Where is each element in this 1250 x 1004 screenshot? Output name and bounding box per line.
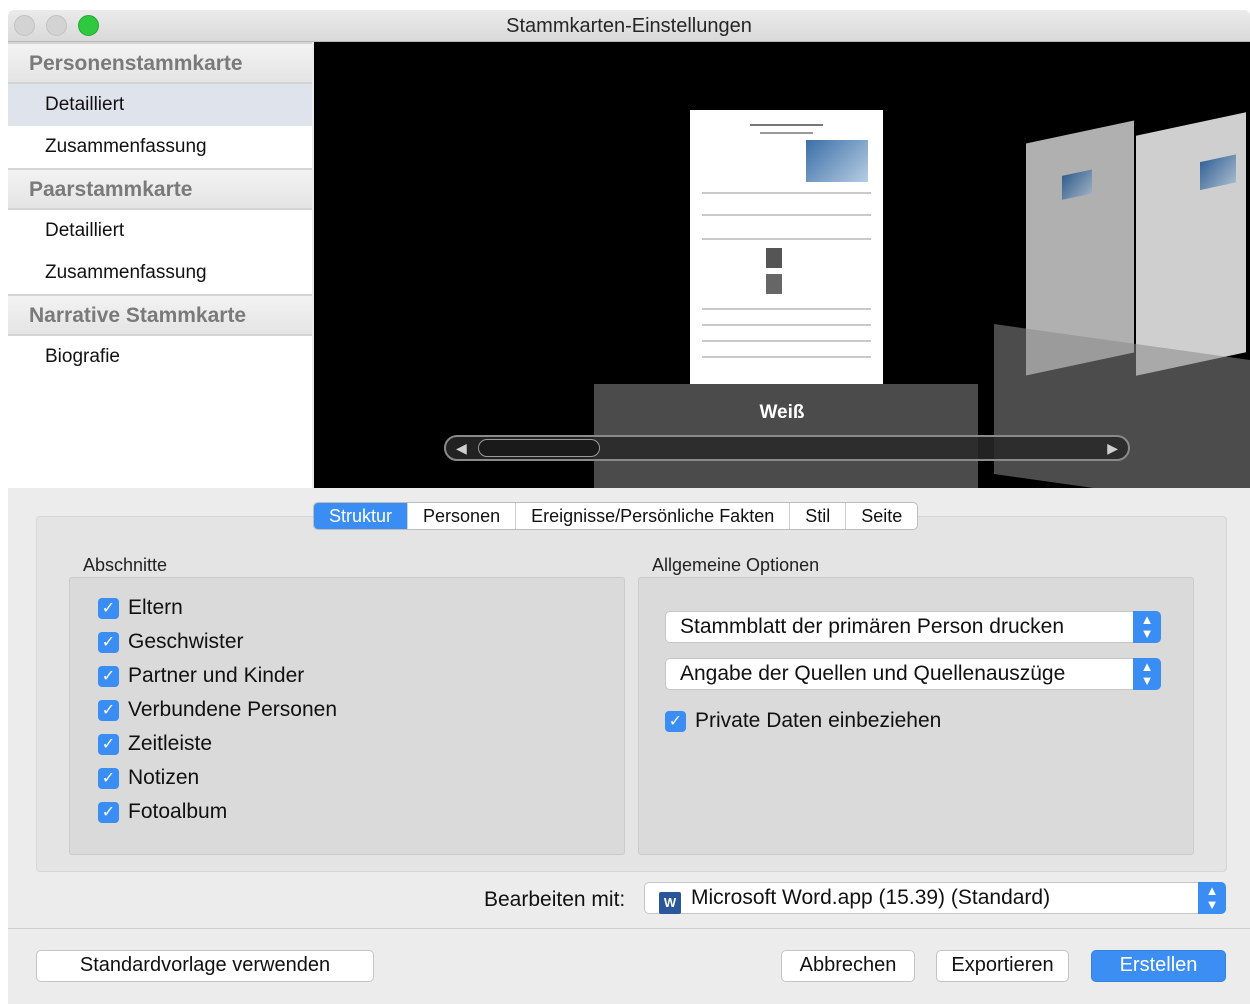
general-options-title: Allgemeine Optionen — [652, 555, 820, 575]
doc-line — [702, 238, 871, 240]
photo-thumbnail — [1200, 154, 1236, 191]
person-photo — [806, 140, 868, 182]
checkbox-private-daten[interactable]: ✓ Private Daten einbeziehen — [665, 709, 941, 733]
tab-stil[interactable]: Stil — [790, 503, 847, 529]
checkbox-partner-und-kinder[interactable]: ✓ Partner und Kinder — [98, 664, 304, 688]
popup-stepper-icon: ▲ ▼ — [1133, 611, 1161, 643]
tab-struktur[interactable]: Struktur — [314, 503, 409, 529]
template-thumbnail-selected[interactable] — [690, 110, 883, 384]
carousel-scroll-thumb[interactable] — [478, 439, 600, 457]
checkbox-notizen[interactable]: ✓ Notizen — [98, 766, 199, 790]
sidebar-item-person-zusammenfassung[interactable]: Zusammenfassung — [8, 126, 312, 168]
sidebar-item-person-detailliert[interactable]: Detailliert — [8, 84, 312, 126]
editor-app-popup[interactable]: W Microsoft Word.app (15.39) (Standard) ▲… — [644, 882, 1226, 914]
sidebar-item-paar-zusammenfassung[interactable]: Zusammenfassung — [8, 252, 312, 294]
checkmark-icon: ✓ — [98, 733, 119, 755]
checkbox-label: Private Daten einbeziehen — [695, 709, 942, 732]
checkmark-icon: ✓ — [98, 699, 119, 721]
doc-title-line — [750, 124, 823, 126]
child-photo — [766, 248, 782, 268]
popup-value: Microsoft Word.app (15.39) (Standard) — [691, 886, 1051, 909]
options-panel: Abschnitte ✓ Eltern ✓ Geschwister ✓ Partner… — [36, 516, 1227, 872]
checkbox-label: Zeitleiste — [128, 732, 213, 755]
tab-seite[interactable]: Seite — [846, 503, 917, 529]
template-preview-carousel[interactable]: Weiß ◀ ▶ — [314, 42, 1250, 488]
create-button[interactable]: Erstellen — [1091, 950, 1226, 982]
doc-line — [702, 192, 871, 194]
sidebar-item-biografie[interactable]: Biografie — [8, 336, 312, 378]
checkmark-icon: ✓ — [98, 801, 119, 823]
template-name-label: Weiß — [759, 402, 805, 423]
word-icon: W — [659, 892, 681, 914]
scroll-right-icon[interactable]: ▶ — [1107, 440, 1118, 457]
checkbox-zeitleiste[interactable]: ✓ Zeitleiste — [98, 732, 212, 756]
photo-thumbnail — [1062, 169, 1092, 200]
carousel-scrollbar[interactable]: ◀ ▶ — [444, 435, 1130, 461]
checkbox-label: Eltern — [128, 596, 183, 619]
edit-with-label: Bearbeiten mit: — [484, 888, 626, 911]
sidebar-group-personenstammkarte: Personenstammkarte — [8, 42, 312, 84]
doc-subtitle-line — [760, 132, 813, 134]
window-title: Stammkarten-Einstellungen — [506, 15, 752, 37]
title-bar: Stammkarten-Einstellungen — [8, 10, 1250, 42]
doc-line — [702, 214, 871, 216]
cancel-button[interactable]: Abbrechen — [781, 950, 915, 982]
settings-window: Stammkarten-Einstellungen Personenstammk… — [8, 10, 1250, 1004]
sections-title: Abschnitte — [83, 555, 168, 575]
checkbox-label: Notizen — [128, 766, 200, 789]
print-mode-popup[interactable]: Stammblatt der primären Person drucken ▲… — [665, 611, 1161, 643]
child-photo — [766, 274, 782, 294]
checkbox-geschwister[interactable]: ✓ Geschwister — [98, 630, 244, 654]
doc-line — [702, 356, 871, 358]
report-type-sidebar: Personenstammkarte Detailliert Zusammenf… — [8, 42, 312, 488]
checkmark-icon: ✓ — [98, 665, 119, 687]
tab-personen[interactable]: Personen — [408, 503, 517, 529]
checkmark-icon: ✓ — [98, 767, 119, 789]
checkbox-label: Fotoalbum — [128, 800, 228, 823]
checkbox-fotoalbum[interactable]: ✓ Fotoalbum — [98, 800, 227, 824]
use-default-template-button[interactable]: Standardvorlage verwenden — [36, 950, 374, 982]
tab-ereignisse[interactable]: Ereignisse/Persönliche Fakten — [516, 503, 791, 529]
popup-value: Stammblatt der primären Person drucken — [680, 615, 1064, 638]
checkmark-icon: ✓ — [98, 597, 119, 619]
scroll-left-icon[interactable]: ◀ — [456, 440, 467, 457]
checkbox-label: Verbundene Personen — [128, 698, 338, 721]
doc-line — [702, 340, 871, 342]
popup-value: Angabe der Quellen und Quellenauszüge — [680, 662, 1066, 685]
sidebar-group-narrative-stammkarte: Narrative Stammkarte — [8, 294, 312, 336]
doc-line — [702, 308, 871, 310]
checkbox-label: Partner und Kinder — [128, 664, 305, 687]
options-tab-bar: Struktur Personen Ereignisse/Persönliche… — [313, 502, 919, 530]
sources-popup[interactable]: Angabe der Quellen und Quellenauszüge ▲ ▼ — [665, 658, 1161, 690]
template-thumbnail-right-2[interactable] — [1136, 112, 1246, 376]
popup-stepper-icon: ▲ ▼ — [1198, 882, 1226, 914]
sidebar-group-paarstammkarte: Paarstammkarte — [8, 168, 312, 210]
sidebar-item-paar-detailliert[interactable]: Detailliert — [8, 210, 312, 252]
export-button[interactable]: Exportieren — [936, 950, 1069, 982]
checkmark-icon: ✓ — [98, 631, 119, 653]
checkbox-eltern[interactable]: ✓ Eltern — [98, 596, 183, 620]
popup-stepper-icon: ▲ ▼ — [1133, 658, 1161, 690]
checkbox-label: Geschwister — [128, 630, 244, 653]
footer-divider — [8, 928, 1250, 929]
doc-line — [702, 324, 871, 326]
checkmark-icon: ✓ — [665, 710, 686, 732]
sections-box: ✓ Eltern ✓ Geschwister ✓ Partner und Kinder… — [69, 577, 625, 855]
general-options-box: Stammblatt der primären Person drucken ▲… — [638, 577, 1194, 855]
checkbox-verbundene-personen[interactable]: ✓ Verbundene Personen — [98, 698, 337, 722]
